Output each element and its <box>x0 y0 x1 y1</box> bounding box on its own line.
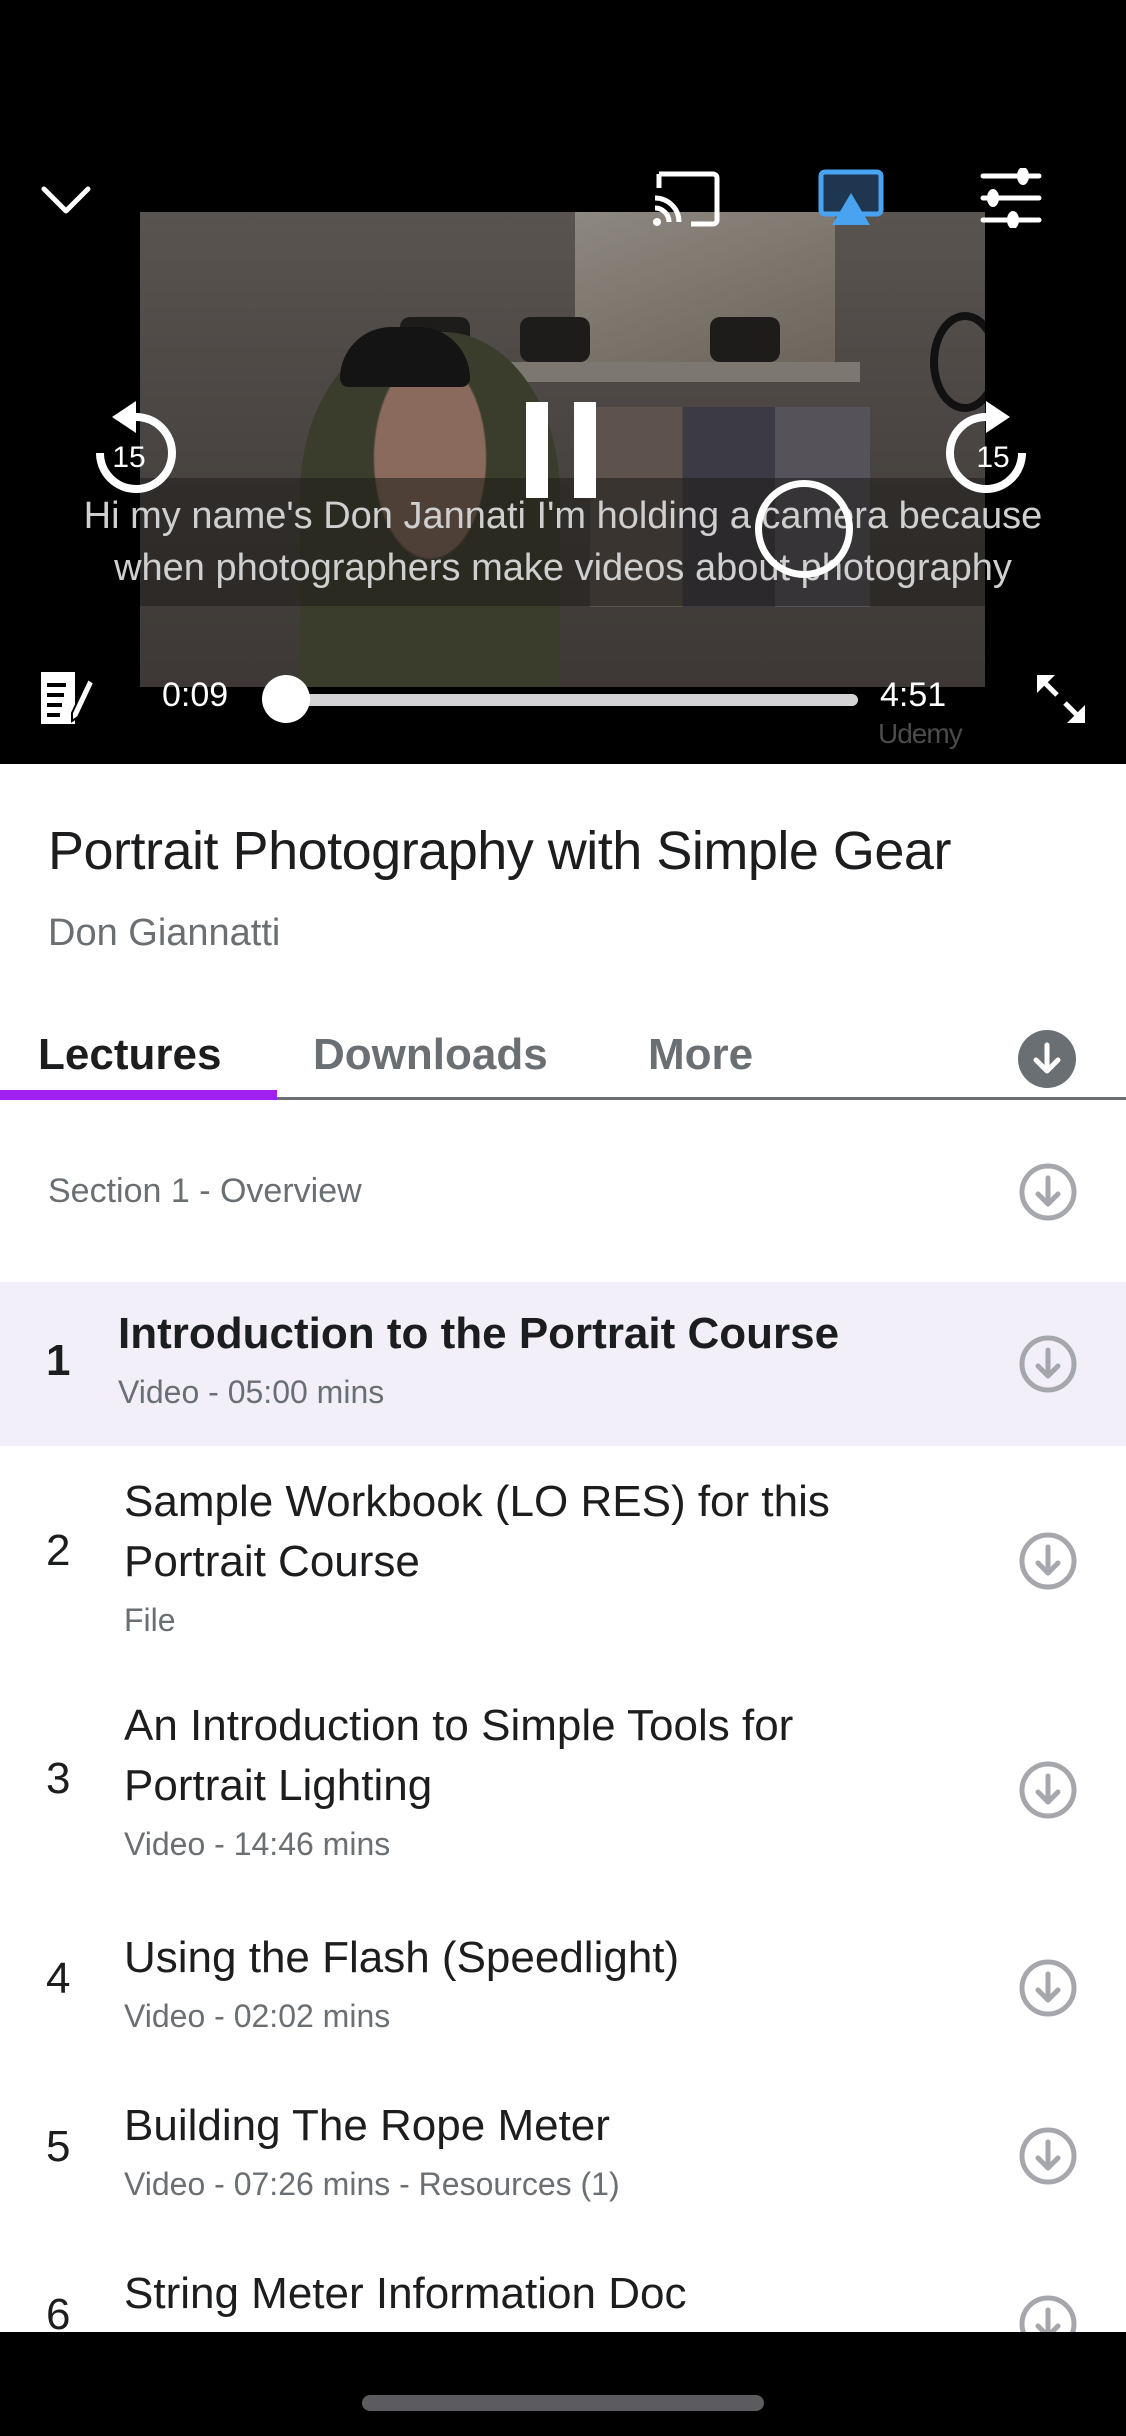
download-lecture-button[interactable] <box>1018 1531 1078 1591</box>
subtitle-caption: Hi my name's Don Jannati I'm holding a c… <box>0 490 1126 594</box>
download-lecture-button[interactable] <box>1018 1958 1078 2018</box>
lecture-number: 1 <box>46 1336 71 1385</box>
airplay-icon <box>818 169 884 225</box>
udemy-watermark: Udemy <box>878 718 963 749</box>
seek-bar[interactable] <box>262 675 858 723</box>
cast-button[interactable] <box>650 165 722 231</box>
lecture-title: String Meter Information Doc <box>124 2269 687 2318</box>
pause-button[interactable] <box>520 400 602 500</box>
forward-15-button[interactable]: 15 <box>946 395 1040 499</box>
video-player[interactable]: Hi my name's Don Jannati I'm holding a c… <box>0 0 1126 764</box>
playback-settings-button[interactable] <box>975 165 1047 231</box>
chevron-down-icon <box>41 186 91 214</box>
notes-button[interactable] <box>34 665 100 731</box>
svg-text:15: 15 <box>112 441 145 474</box>
course-content[interactable]: Portrait Photography with Simple Gear Do… <box>0 764 1126 2332</box>
lecture-number: 2 <box>46 1526 71 1575</box>
duration: 4:51 <box>880 676 947 714</box>
section-title: Section 1 - Overview <box>48 1172 362 1210</box>
sliders-icon <box>980 168 1042 228</box>
lecture-title: Introduction to the Portrait Course <box>118 1309 840 1358</box>
lecture-info: Introduction to the Portrait Course Video… <box>118 1304 918 1411</box>
download-circle-icon <box>1019 1163 1077 1221</box>
download-lecture-button[interactable] <box>1018 1334 1078 1394</box>
lecture-number: 4 <box>46 1954 71 2003</box>
rewind-15-button[interactable]: 15 <box>82 395 176 499</box>
seek-track <box>268 694 858 706</box>
lecture-title: An Introduction to Simple Tools for Port… <box>124 1701 794 1810</box>
lecture-number: 5 <box>46 2122 71 2171</box>
caption-line-2: when photographers make videos about pho… <box>114 547 1012 589</box>
instructor-name[interactable]: Don Giannatti <box>48 912 280 955</box>
video-scene-shelf <box>490 362 860 382</box>
lecture-info: Building The Rope Meter Video - 07:26 min… <box>124 2096 924 2203</box>
tab-lectures[interactable]: Lectures <box>38 1030 221 1080</box>
cast-icon <box>653 171 720 227</box>
lecture-info: Sample Workbook (LO RES) for this Portra… <box>124 1472 924 1639</box>
lecture-row[interactable]: 3 An Introduction to Simple Tools for Por… <box>0 1676 1126 1904</box>
airplay-button[interactable] <box>815 165 887 231</box>
active-tab-indicator <box>0 1090 277 1100</box>
lecture-title: Sample Workbook (LO RES) for this Portra… <box>124 1477 830 1586</box>
course-tabs: Lectures Downloads More <box>0 1000 1126 1100</box>
download-circle-icon <box>1019 2295 1077 2332</box>
lecture-meta: File <box>124 1602 176 1638</box>
download-section-button[interactable] <box>1018 1162 1078 1222</box>
download-circle-icon <box>1019 1761 1077 1819</box>
fullscreen-button[interactable] <box>1030 668 1092 730</box>
lecture-row[interactable]: 6 String Meter Information Doc <box>0 2240 1126 2332</box>
lecture-number: 3 <box>46 1754 71 1803</box>
lecture-title: Building The Rope Meter <box>124 2101 610 2150</box>
tab-more[interactable]: More <box>648 1030 753 1080</box>
download-icon <box>1033 1042 1061 1074</box>
fullscreen-icon <box>1037 675 1085 723</box>
lecture-row[interactable]: 1 Introduction to the Portrait Course Vide… <box>0 1282 1126 1446</box>
download-lecture-button[interactable] <box>1018 1760 1078 1820</box>
collapse-player-button[interactable] <box>30 170 102 230</box>
lecture-meta: Video - 07:26 mins - Resources (1) <box>124 2166 620 2202</box>
lecture-title: Using the Flash (Speedlight) <box>124 1933 680 1982</box>
download-circle-icon <box>1019 1959 1077 2017</box>
download-circle-icon <box>1019 2127 1077 2185</box>
lecture-meta: Video - 14:46 mins <box>124 1826 391 1862</box>
lecture-meta: Video - 05:00 mins <box>118 1374 385 1410</box>
lecture-number: 6 <box>46 2290 71 2332</box>
system-bottom-bar <box>0 2332 1126 2436</box>
notes-icon <box>41 672 96 724</box>
lecture-info: An Introduction to Simple Tools for Port… <box>124 1696 924 1863</box>
download-lecture-button[interactable] <box>1018 2294 1078 2332</box>
lecture-info: Using the Flash (Speedlight) Video - 02:0… <box>124 1928 924 2035</box>
download-lecture-button[interactable] <box>1018 2126 1078 2186</box>
current-time: 0:09 <box>162 676 229 714</box>
lecture-row[interactable]: 4 Using the Flash (Speedlight) Video - 02:… <box>0 1904 1126 2072</box>
lecture-meta: Video - 02:02 mins <box>124 1998 391 2034</box>
svg-text:15: 15 <box>976 441 1009 474</box>
touch-indicator-ring <box>755 480 853 578</box>
pause-icon <box>526 402 596 498</box>
section-header: Section 1 - Overview <box>0 1102 1126 1282</box>
lecture-info: String Meter Information Doc <box>124 2264 924 2324</box>
download-circle-icon <box>1019 1335 1077 1393</box>
download-all-button[interactable] <box>1018 1030 1076 1088</box>
download-circle-icon <box>1019 1532 1077 1590</box>
lecture-row[interactable]: 5 Building The Rope Meter Video - 07:26 mi… <box>0 2072 1126 2240</box>
course-title: Portrait Photography with Simple Gear <box>48 821 951 881</box>
seek-thumb[interactable] <box>262 675 311 723</box>
lecture-row[interactable]: 2 Sample Workbook (LO RES) for this Portr… <box>0 1446 1126 1676</box>
tab-downloads[interactable]: Downloads <box>313 1030 548 1080</box>
home-indicator[interactable] <box>362 2395 764 2411</box>
forward-15-icon: 15 <box>946 401 1026 493</box>
rewind-15-icon: 15 <box>96 401 176 493</box>
